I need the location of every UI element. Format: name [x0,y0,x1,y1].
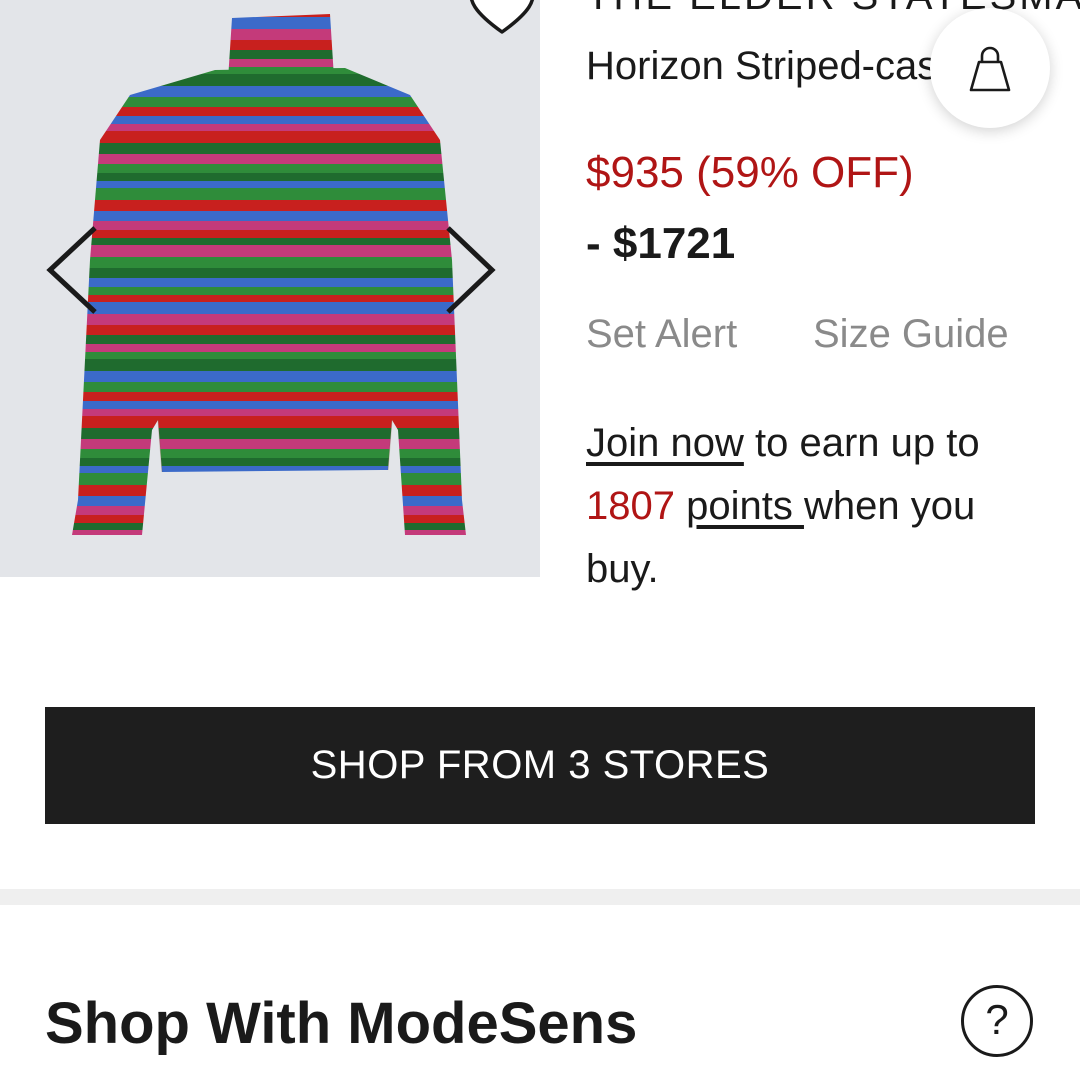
size-guide-link[interactable]: Size Guide [813,312,1009,357]
product-image[interactable] [0,0,540,577]
section-title: Shop With ModeSens [45,991,638,1056]
product-name: Horizon Striped-cashmere turtleneck [586,44,931,88]
rewards-message: Join now to earn up to 1807 points when … [586,412,1056,601]
points-link[interactable]: points [686,484,804,528]
heart-icon[interactable] [464,0,540,42]
shopping-bag-icon [969,46,1011,92]
shopping-bag-button[interactable] [930,8,1050,128]
shop-from-stores-button[interactable]: SHOP FROM 3 STORES [45,707,1035,824]
section-divider [0,889,1080,905]
sweater-photo [72,14,466,535]
join-now-link[interactable]: Join now [586,421,744,465]
sale-price: $935 (59% OFF) [586,148,914,197]
rewards-text-1: to earn up to [743,421,980,465]
help-icon[interactable]: ? [961,985,1033,1057]
price-range-max: - $1721 [586,219,736,268]
rewards-points-count: 1807 [586,484,675,528]
set-alert-link[interactable]: Set Alert [586,312,737,357]
